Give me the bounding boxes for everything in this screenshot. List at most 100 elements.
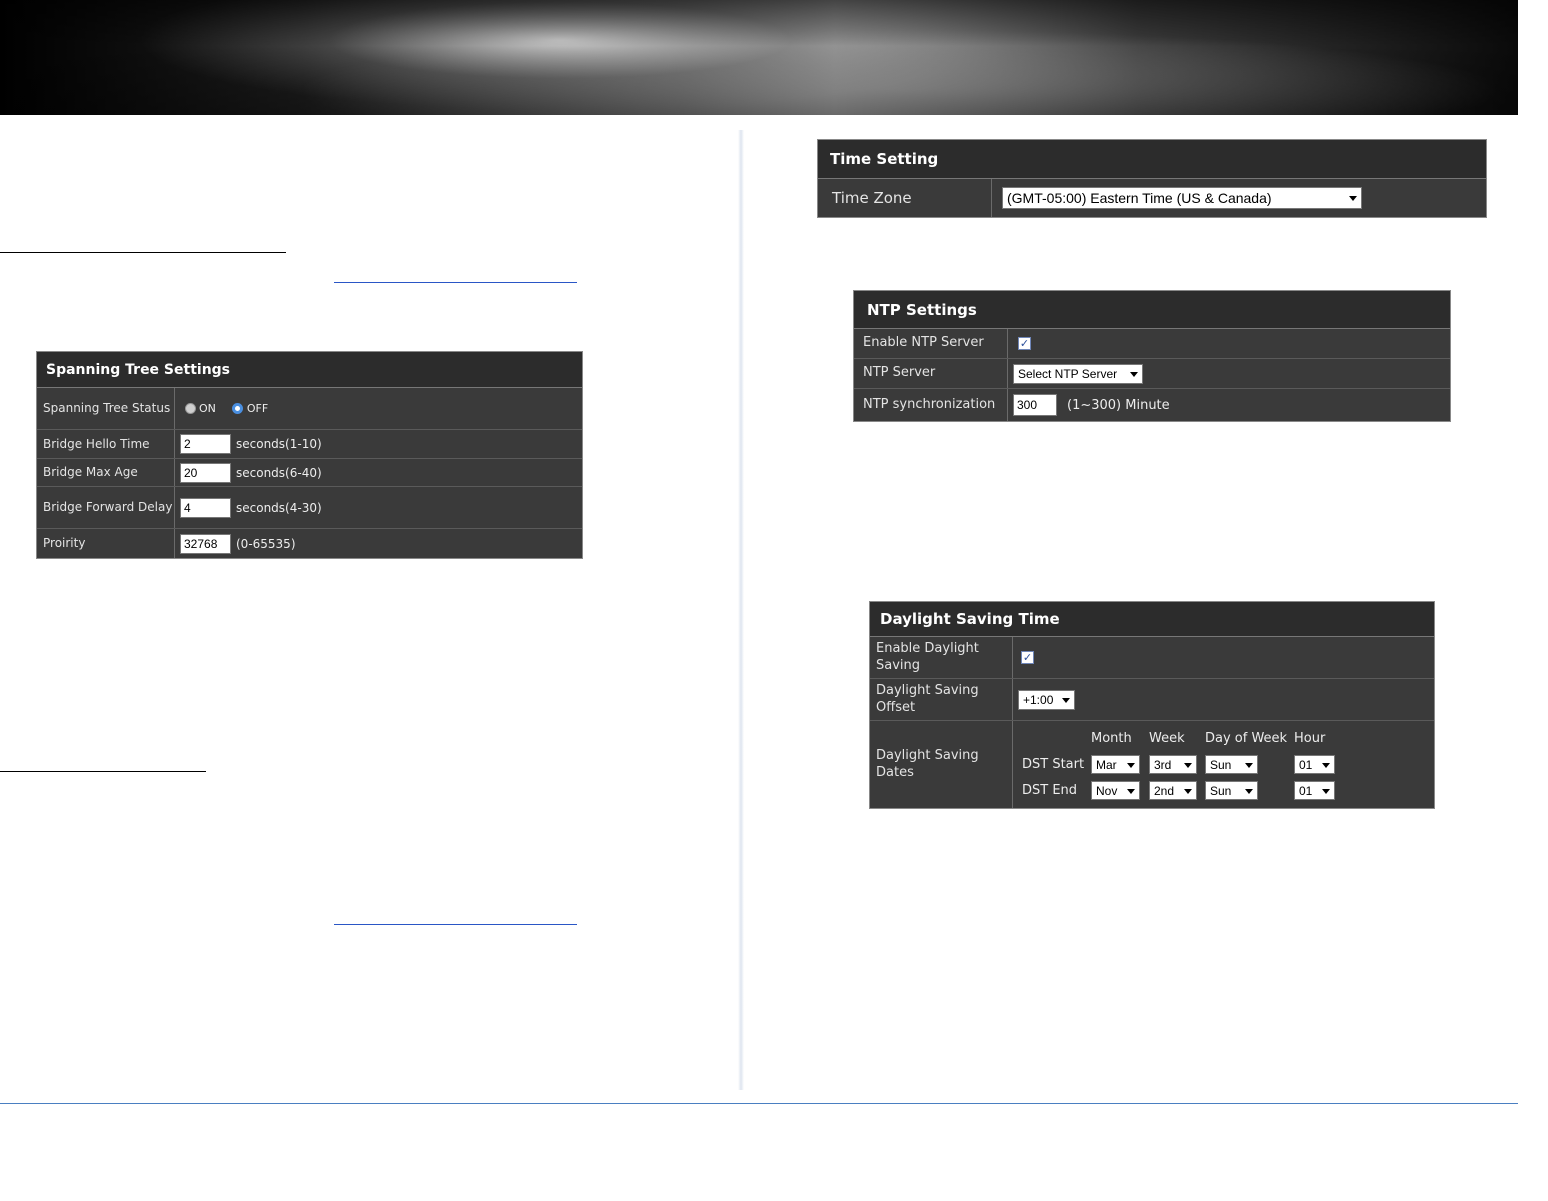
chevron-down-icon (1322, 762, 1330, 768)
select-value: 2nd (1154, 783, 1175, 798)
checkmark-icon: ✓ (1022, 651, 1033, 664)
field-value: 4 seconds(4-30) (175, 487, 582, 528)
dst-end-dow-select[interactable]: Sun (1205, 781, 1258, 800)
field-label: Daylight Saving Dates (870, 721, 1013, 808)
chevron-down-icon (1130, 371, 1138, 377)
field-label: Enable NTP Server (854, 329, 1008, 358)
field-hint: (1~300) Minute (1067, 397, 1170, 413)
hello-time-input[interactable]: 2 (180, 434, 231, 454)
field-value: (GMT-05:00) Eastern Time (US & Canada) (992, 179, 1486, 217)
field-value: ON OFF (175, 388, 582, 429)
spanning-tree-panel: Spanning Tree Settings Spanning Tree Sta… (36, 351, 583, 559)
chevron-down-icon (1184, 788, 1192, 794)
field-value: 300 (1~300) Minute (1008, 389, 1450, 421)
section-heading-underline (0, 252, 286, 253)
select-value: Sun (1210, 757, 1232, 772)
spanning-tree-status-row: Spanning Tree Status ON OFF (37, 388, 582, 430)
enable-ntp-row: Enable NTP Server ✓ (854, 329, 1450, 359)
hyperlink-underline (334, 282, 577, 283)
column-header-week: Week (1149, 731, 1185, 746)
panel-title: Spanning Tree Settings (37, 352, 582, 388)
select-value: 01 (1299, 757, 1313, 772)
field-label: Daylight Saving Offset (870, 679, 1013, 720)
column-header-day-of-week: Day of Week (1205, 731, 1288, 746)
select-value: Select NTP Server (1018, 366, 1118, 381)
dst-start-dow-select[interactable]: Sun (1205, 755, 1258, 774)
field-value: ✓ (1008, 329, 1450, 358)
field-value: 20 seconds(6-40) (175, 459, 582, 486)
dst-dates-grid: Month Week Day of Week Hour DST Start Ma… (1013, 721, 1434, 808)
hyperlink-underline (334, 924, 577, 925)
field-label: NTP Server (854, 359, 1008, 388)
enable-ntp-checkbox[interactable]: ✓ (1018, 337, 1031, 350)
header-banner-shade (0, 0, 1518, 115)
chevron-down-icon (1127, 762, 1135, 768)
dst-dates-row: Daylight Saving Dates Month Week Day of … (870, 721, 1434, 808)
priority-input[interactable]: 32768 (180, 533, 231, 554)
field-label: Bridge Forward Delay (37, 487, 175, 528)
dst-offset-select[interactable]: +1:00 (1018, 689, 1075, 710)
checkmark-icon: ✓ (1019, 337, 1030, 350)
field-label: Proirity (37, 529, 175, 558)
select-value: Nov (1096, 783, 1118, 798)
field-label: Bridge Hello Time (37, 430, 175, 458)
field-label: Bridge Max Age (37, 459, 175, 486)
radio-on[interactable]: ON (185, 402, 216, 415)
column-header-month: Month (1091, 731, 1132, 746)
radio-selected-icon (231, 403, 243, 414)
chevron-down-icon (1245, 762, 1253, 768)
field-label: NTP synchronization (854, 389, 1008, 421)
panel-title: Time Setting (818, 140, 1486, 179)
chevron-down-icon (1245, 788, 1253, 794)
chevron-down-icon (1127, 788, 1135, 794)
field-label: Spanning Tree Status (37, 388, 175, 429)
bridge-forward-delay-row: Bridge Forward Delay 4 seconds(4-30) (37, 487, 582, 529)
dst-start-week-select[interactable]: 3rd (1149, 755, 1197, 774)
footer-line (0, 1103, 1518, 1104)
time-zone-select[interactable]: (GMT-05:00) Eastern Time (US & Canada) (1002, 187, 1362, 209)
enable-dst-checkbox[interactable]: ✓ (1021, 651, 1034, 664)
column-divider (738, 130, 744, 1090)
radio-label: ON (199, 402, 216, 415)
panel-title: NTP Settings (854, 291, 1450, 329)
field-value: +1:00 (1013, 679, 1434, 720)
chevron-down-icon (1322, 788, 1330, 794)
field-hint: (0-65535) (236, 536, 296, 551)
field-hint: seconds(4-30) (236, 500, 322, 515)
field-label: Time Zone (818, 179, 992, 217)
column-header-hour: Hour (1294, 731, 1326, 746)
daylight-saving-panel: Daylight Saving Time Enable Daylight Sav… (869, 601, 1435, 809)
field-value: 32768 (0-65535) (175, 529, 582, 558)
dst-end-month-select[interactable]: Nov (1091, 781, 1140, 800)
select-value: +1:00 (1023, 692, 1054, 707)
field-hint: seconds(6-40) (236, 465, 322, 480)
forward-delay-input[interactable]: 4 (180, 497, 231, 518)
field-value: 2 seconds(1-10) (175, 430, 582, 458)
select-value: 01 (1299, 783, 1313, 798)
dst-end-week-select[interactable]: 2nd (1149, 781, 1197, 800)
time-setting-panel: Time Setting Time Zone (GMT-05:00) Easte… (817, 139, 1487, 218)
radio-off[interactable]: OFF (231, 402, 269, 415)
dst-end-hour-select[interactable]: 01 (1294, 781, 1335, 800)
select-value: 3rd (1154, 757, 1172, 772)
ntp-server-select[interactable]: Select NTP Server (1013, 363, 1143, 384)
field-value: Select NTP Server (1008, 359, 1450, 388)
max-age-input[interactable]: 20 (180, 462, 231, 483)
priority-row: Proirity 32768 (0-65535) (37, 529, 582, 558)
field-value: ✓ (1013, 637, 1434, 678)
ntp-sync-input[interactable]: 300 (1013, 394, 1057, 416)
chevron-down-icon (1062, 697, 1070, 703)
bridge-max-age-row: Bridge Max Age 20 seconds(6-40) (37, 459, 582, 487)
bridge-hello-time-row: Bridge Hello Time 2 seconds(1-10) (37, 430, 582, 459)
field-label: Enable Daylight Saving (870, 637, 1013, 678)
dst-start-hour-select[interactable]: 01 (1294, 755, 1335, 774)
dst-offset-row: Daylight Saving Offset +1:00 (870, 679, 1434, 721)
dst-start-month-select[interactable]: Mar (1091, 755, 1140, 774)
field-hint: seconds(1-10) (236, 437, 322, 451)
ntp-settings-panel: NTP Settings Enable NTP Server ✓ NTP Ser… (853, 290, 1451, 422)
select-value: Sun (1210, 783, 1232, 798)
time-zone-row: Time Zone (GMT-05:00) Eastern Time (US &… (818, 179, 1486, 217)
chevron-down-icon (1184, 762, 1192, 768)
select-value: Mar (1096, 757, 1117, 772)
radio-label: OFF (246, 402, 269, 415)
